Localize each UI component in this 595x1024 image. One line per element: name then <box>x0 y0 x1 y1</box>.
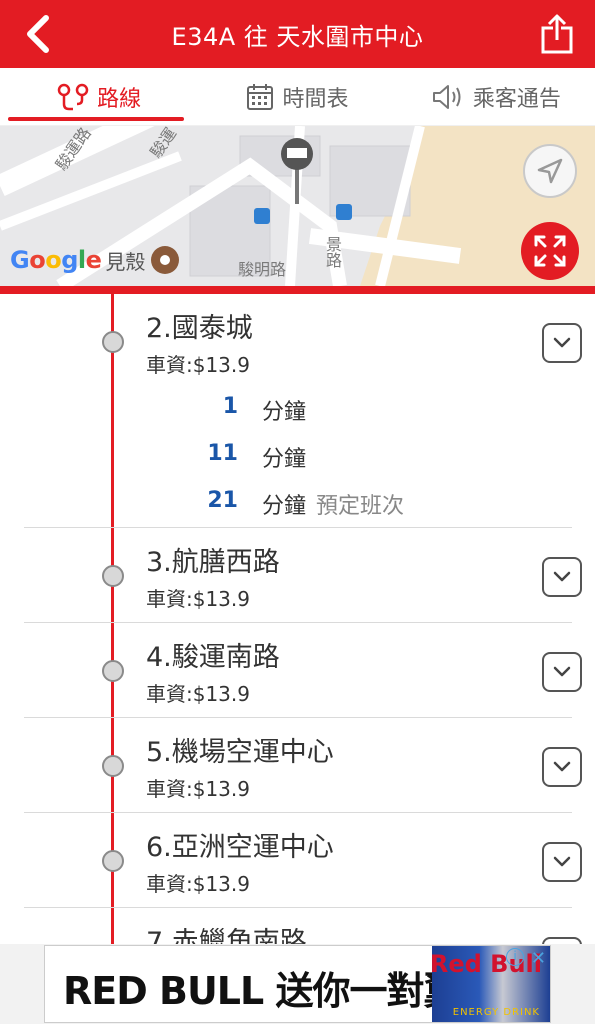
ad-text: RED BULL 送你一對翼. <box>63 969 475 1013</box>
speaker-icon <box>432 84 461 109</box>
stop-name: 4.駿運南路 <box>146 642 280 673</box>
tab-timetable-label: 時間表 <box>282 86 349 112</box>
chevron-down-icon <box>553 856 571 867</box>
back-button[interactable] <box>18 12 58 56</box>
stop-dot <box>102 660 124 682</box>
google-logo: Google <box>10 246 102 274</box>
ad-info-icon[interactable]: i <box>506 948 524 966</box>
stop-name: 6.亞洲空運中心 <box>146 832 334 863</box>
expand-button[interactable] <box>542 747 582 787</box>
expand-icon <box>534 235 566 267</box>
expand-button[interactable] <box>542 937 582 944</box>
share-icon <box>541 14 573 54</box>
eta-note: 預定班次 <box>316 494 405 519</box>
ad-brand: Red Bull <box>429 950 542 978</box>
tab-route-label: 路線 <box>97 86 142 112</box>
stop-name: 7.赤鱲角南路 <box>146 927 307 944</box>
stop-name: 5.機場空運中心 <box>146 737 334 768</box>
list-item[interactable]: 4.駿運南路 車資:$13.9 <box>0 623 595 718</box>
ad-banner[interactable]: RED BULL 送你一對翼. Red Bull ENERGY DRINK i … <box>44 945 551 1023</box>
stop-dot <box>102 850 124 872</box>
stop-fare: 車資:$13.9 <box>146 587 250 611</box>
chevron-down-icon <box>553 666 571 677</box>
eta-minutes: 1 <box>222 394 238 419</box>
streetview-icon[interactable] <box>149 244 181 276</box>
chevron-down-icon <box>553 337 571 348</box>
expand-button[interactable] <box>542 842 582 882</box>
map-label: 景路 <box>323 236 342 268</box>
eta-unit: 分鐘 預定班次 <box>262 494 405 519</box>
stop-fare: 車資:$13.9 <box>146 777 250 801</box>
tab-route[interactable]: 路線 <box>0 68 198 125</box>
ad-subtitle: ENERGY DRINK <box>452 1007 540 1018</box>
stop-dot <box>102 331 124 353</box>
route-map[interactable]: 駿運路 駿運 駿明路 景路 Google 見殼 <box>0 126 595 286</box>
eta-minutes: 11 <box>207 441 238 466</box>
eta-unit: 分鐘 <box>262 447 307 472</box>
expand-button[interactable] <box>542 557 582 597</box>
collapse-button[interactable] <box>542 323 582 363</box>
page-title: E34A 往 天水圍市中心 <box>171 22 424 51</box>
route-icon <box>57 83 89 110</box>
stop-name: 2.國泰城 <box>146 313 253 344</box>
chevron-left-icon <box>27 15 49 53</box>
header-bar: E34A 往 天水圍市中心 <box>0 0 595 68</box>
streetview-label: 見殼 <box>105 249 146 274</box>
chevron-down-icon <box>553 571 571 582</box>
chevron-down-icon <box>553 761 571 772</box>
share-button[interactable] <box>537 10 577 58</box>
tab-notices-label: 乘客通告 <box>472 86 561 112</box>
map-divider <box>0 286 595 294</box>
list-item[interactable]: 7.赤鱲角南路 <box>0 908 595 944</box>
stop-name: 3.航膳西路 <box>146 547 280 578</box>
tab-bar: 路線 時間表 乘客通告 <box>0 68 595 126</box>
stop-fare: 車資:$13.9 <box>146 682 250 706</box>
stop-list[interactable]: 2.國泰城 車資:$13.9 1 分鐘 11 分鐘 21 分鐘 預定班次 3.航膳… <box>0 294 595 944</box>
list-item[interactable]: 6.亞洲空運中心 車資:$13.9 <box>0 813 595 908</box>
google-attribution: Google 見殼 <box>10 244 181 276</box>
locate-button[interactable] <box>523 144 577 198</box>
ad-close-icon[interactable]: ✕ <box>531 948 546 969</box>
eta-row: 11 分鐘 <box>146 441 546 472</box>
calendar-icon <box>247 83 274 110</box>
stop-fare: 車資:$13.9 <box>146 353 250 377</box>
eta-row: 1 分鐘 <box>146 394 546 425</box>
map-label: 駿明路 <box>238 260 287 279</box>
eta-unit: 分鐘 <box>262 400 307 425</box>
expand-button[interactable] <box>542 652 582 692</box>
list-item[interactable]: 3.航膳西路 車資:$13.9 <box>0 528 595 623</box>
eta-row: 21 分鐘 預定班次 <box>146 488 546 519</box>
expand-map-button[interactable] <box>521 222 579 280</box>
stop-dot <box>102 565 124 587</box>
list-item[interactable]: 2.國泰城 車資:$13.9 1 分鐘 11 分鐘 21 分鐘 預定班次 <box>0 294 595 528</box>
eta-minutes: 21 <box>207 488 238 513</box>
tab-timetable[interactable]: 時間表 <box>198 68 396 125</box>
navigation-arrow-icon <box>537 158 563 184</box>
list-item[interactable]: 5.機場空運中心 車資:$13.9 <box>0 718 595 813</box>
tab-notices[interactable]: 乘客通告 <box>397 68 595 125</box>
stop-dot <box>102 755 124 777</box>
stop-fare: 車資:$13.9 <box>146 872 250 896</box>
